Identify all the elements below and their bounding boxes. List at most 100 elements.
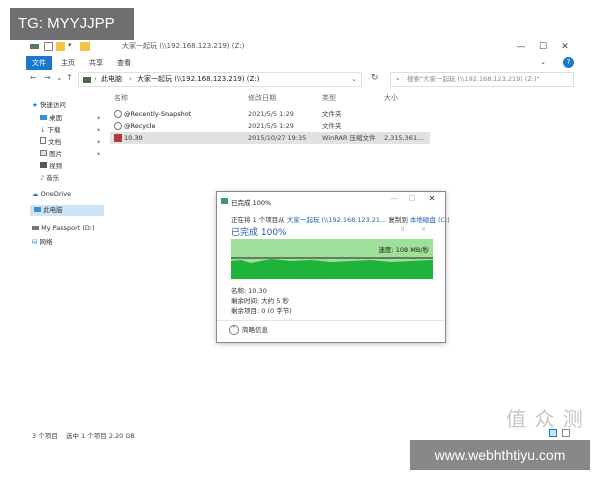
breadcrumb-separator-icon: › <box>129 75 132 83</box>
address-bar[interactable]: › 此电脑 › 大家一起玩 (\\192.168.123.219) (Z:) ⌄ <box>78 72 362 87</box>
breadcrumb-separator-icon: › <box>94 75 97 83</box>
copy-description-mid: 复制到 <box>388 216 408 224</box>
fewer-details-label: 简略信息 <box>242 326 268 334</box>
pc-icon <box>34 207 41 212</box>
copy-description-prefix: 正在将 1 个项目从 <box>231 216 285 224</box>
title-bar: ▾ 大家一起玩 (\\192.168.123.219) (Z:) — ☐ ✕ <box>26 38 576 56</box>
pin-icon[interactable]: ✦ <box>96 151 101 158</box>
recycle-folder-icon <box>114 122 122 130</box>
address-dropdown-icon[interactable]: ⌄ <box>351 73 357 86</box>
cancel-button[interactable]: ✕ <box>421 226 426 233</box>
pin-icon[interactable]: ✦ <box>96 127 101 134</box>
transfer-speed-graph: 速度: 108 MB/秒 <box>231 239 433 279</box>
network-icon: ⛁ <box>32 238 38 246</box>
pause-button[interactable]: II <box>401 226 405 233</box>
file-type: WinRAR 压缩文件 <box>322 134 376 142</box>
chevron-up-icon: ˄ <box>229 325 239 335</box>
remaining-items: 剩余项目: 0 (0 字节) <box>231 307 292 315</box>
music-icon: ♪ <box>40 174 45 182</box>
column-header-size[interactable]: 大小 <box>384 93 398 103</box>
column-header-type[interactable]: 类型 <box>322 93 336 103</box>
file-date: 2021/5/5 1:29 <box>248 122 294 130</box>
speed-label: 速度: 108 MB/秒 <box>378 246 430 254</box>
pin-icon[interactable]: ✦ <box>96 139 101 146</box>
breadcrumb-this-pc[interactable]: 此电脑 <box>101 73 122 86</box>
nav-videos[interactable]: 视频 <box>40 161 62 172</box>
file-size: 2,315,361... <box>384 134 424 142</box>
recent-locations-button[interactable]: ⌄ <box>56 73 63 82</box>
nav-network[interactable]: ⛁ 网络 <box>32 237 53 248</box>
download-icon: ↓ <box>40 126 46 134</box>
ribbon-expand-icon[interactable]: ⌄ <box>540 58 546 66</box>
forward-button[interactable]: → <box>44 73 51 82</box>
quick-access-menu-icon[interactable]: ▾ <box>68 41 77 50</box>
nav-music[interactable]: ♪ 音乐 <box>40 173 59 184</box>
watermark-bottom: www.webhthtiyu.com <box>410 440 590 470</box>
copy-progress-dialog: 已完成 100% — ☐ ✕ 正在将 1 个项目从 大家一起玩 (\\192.1… <box>216 191 450 343</box>
dialog-minimize-button[interactable]: — <box>387 194 401 203</box>
status-selection: 选中 1 个项目 2.20 GB <box>66 432 135 440</box>
nav-downloads[interactable]: ↓ 下载 <box>40 125 61 136</box>
search-icon: ⌕ <box>396 75 400 83</box>
dialog-close-button[interactable]: ✕ <box>425 194 439 203</box>
watermark-top: TG: MYYJJPP <box>10 8 134 40</box>
file-date: 2015/10/27 19:35 <box>248 134 307 142</box>
table-row[interactable]: 10.30 2015/10/27 19:35 WinRAR 压缩文件 2,315… <box>110 132 430 144</box>
table-row[interactable]: @Recycle 2021/5/5 1:29 文件夹 <box>110 120 430 132</box>
copy-icon <box>221 198 228 204</box>
window-title: 大家一起玩 (\\192.168.123.219) (Z:) <box>122 42 245 50</box>
back-button[interactable]: ← <box>30 73 37 82</box>
maximize-button[interactable]: ☐ <box>532 40 554 54</box>
tab-view[interactable]: 查看 <box>112 56 136 70</box>
dialog-maximize-button[interactable]: ☐ <box>405 194 419 203</box>
up-button[interactable]: ↑ <box>66 73 73 82</box>
tab-share[interactable]: 共享 <box>84 56 108 70</box>
picture-icon <box>40 150 47 156</box>
column-header-date[interactable]: 修改日期 <box>248 93 276 103</box>
snapshot-folder-icon <box>114 110 122 118</box>
pin-icon[interactable]: ✦ <box>96 115 101 122</box>
refresh-button[interactable]: ↻ <box>371 73 379 83</box>
tab-home[interactable]: 主页 <box>56 56 80 70</box>
star-icon: ★ <box>32 101 38 109</box>
search-placeholder: 搜索"大家一起玩 (\\192.168.123.219) (Z:)" <box>407 75 540 83</box>
navigation-pane: ★ 快速访问 桌面 ✦ ↓ 下载 ✦ 文档 ✦ 图片 ✦ 视频 ♪ 音乐 ☁ O… <box>26 98 106 298</box>
drive-icon <box>30 44 39 49</box>
tab-file[interactable]: 文件 <box>26 56 52 70</box>
help-icon[interactable]: ? <box>563 57 574 68</box>
desktop-icon <box>40 115 47 120</box>
dialog-divider <box>217 320 445 321</box>
file-type: 文件夹 <box>322 122 342 130</box>
winrar-archive-icon <box>114 134 122 142</box>
column-header-name[interactable]: 名称 <box>114 93 128 103</box>
nav-documents[interactable]: 文档 <box>40 137 61 148</box>
properties-icon[interactable] <box>44 42 53 51</box>
nav-onedrive[interactable]: ☁ OneDrive <box>32 189 71 200</box>
copy-description: 正在将 1 个项目从 大家一起玩 (\\192.168.123.21... 复制… <box>231 214 450 224</box>
file-name: 10.30 <box>124 134 143 142</box>
close-button[interactable]: ✕ <box>554 40 576 54</box>
nav-pictures[interactable]: 图片 <box>40 149 62 160</box>
pc-icon <box>83 77 91 83</box>
new-folder-icon[interactable] <box>56 42 65 51</box>
progress-heading: 已完成 100% <box>231 228 287 238</box>
table-row[interactable]: @Recently-Snapshot 2021/5/5 1:29 文件夹 <box>110 108 430 120</box>
watermark-logo: 值 众 测 <box>506 407 584 431</box>
ribbon: 文件 主页 共享 查看 ⌄ ? <box>26 56 576 70</box>
nav-this-pc[interactable]: 此电脑 <box>30 205 104 216</box>
nav-desktop[interactable]: 桌面 <box>40 113 62 124</box>
fewer-details-button[interactable]: ˄ 简略信息 <box>229 324 268 336</box>
status-item-count: 3 个项目 <box>32 432 58 440</box>
source-link[interactable]: 大家一起玩 (\\192.168.123.21... <box>287 216 386 224</box>
breadcrumb-current[interactable]: 大家一起玩 (\\192.168.123.219) (Z:) <box>137 73 259 86</box>
cloud-icon: ☁ <box>32 190 39 198</box>
search-input[interactable]: ⌕ 搜索"大家一起玩 (\\192.168.123.219) (Z:)" <box>390 72 574 87</box>
file-date: 2021/5/5 1:29 <box>248 110 294 118</box>
destination-link[interactable]: 本地磁盘 (C:) <box>410 216 450 224</box>
drive-icon <box>32 226 39 230</box>
nav-my-passport[interactable]: My Passport (D:) <box>32 223 95 234</box>
nav-quick-access[interactable]: ★ 快速访问 <box>32 100 66 111</box>
minimize-button[interactable]: — <box>510 40 532 54</box>
file-name: @Recently-Snapshot <box>124 110 192 118</box>
remaining-time: 剩余时间: 大约 5 秒 <box>231 297 290 305</box>
